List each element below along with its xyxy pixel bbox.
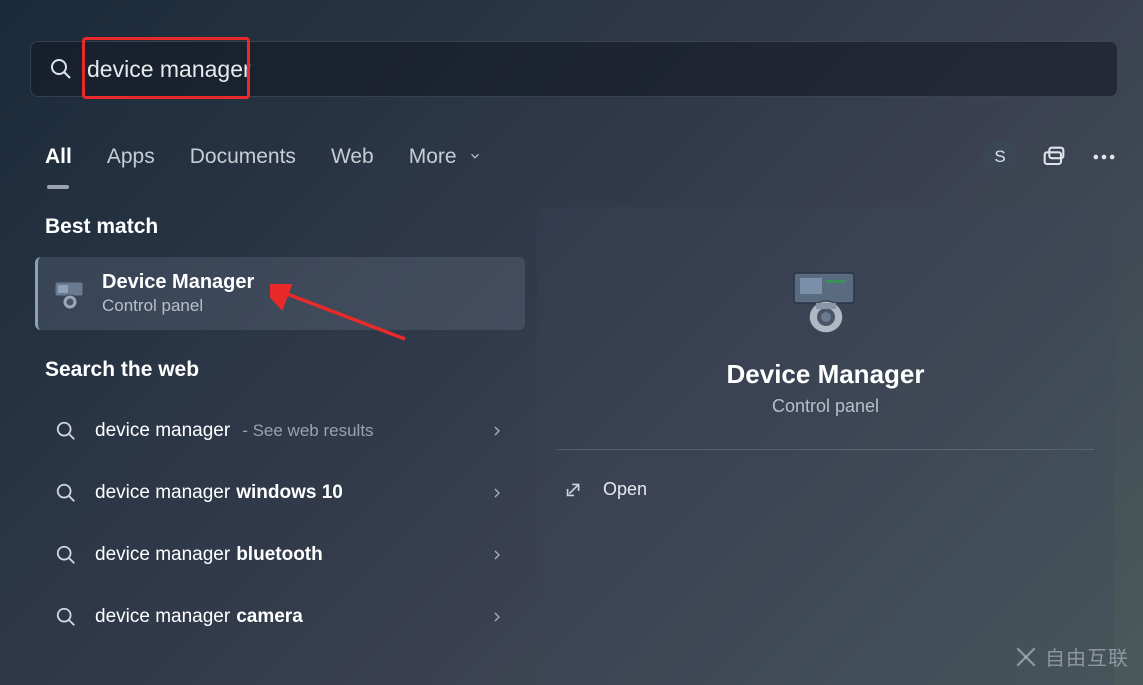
preview-title: Device Manager: [727, 359, 925, 390]
preview-panel: Device Manager Control panel Open: [537, 207, 1114, 685]
best-match-subtitle: Control panel: [102, 296, 254, 316]
web-result-text: device manager bluetooth: [95, 544, 489, 566]
tab-more[interactable]: More: [409, 145, 483, 169]
open-label: Open: [603, 479, 647, 500]
tab-web[interactable]: Web: [331, 145, 374, 169]
best-match-heading: Best match: [35, 215, 525, 239]
preview-actions: Open: [557, 460, 1094, 518]
header-actions: S: [982, 139, 1118, 175]
web-result[interactable]: device manager camera: [35, 586, 525, 648]
device-manager-icon: [52, 276, 88, 312]
web-result[interactable]: device manager windows 10: [35, 462, 525, 524]
web-result[interactable]: device manager bluetooth: [35, 524, 525, 586]
open-external-icon: [563, 478, 585, 500]
chevron-right-icon: [489, 547, 505, 563]
web-result-text: device manager camera: [95, 606, 489, 628]
chevron-right-icon: [489, 485, 505, 501]
user-avatar[interactable]: S: [982, 139, 1018, 175]
best-match-title: Device Manager: [102, 271, 254, 294]
chevron-down-icon: [468, 149, 482, 163]
web-result[interactable]: device manager - See web results: [35, 400, 525, 462]
search-icon: [55, 420, 77, 442]
search-icon: [49, 57, 73, 81]
filter-tabs-row: All Apps Documents Web More S: [45, 132, 1118, 182]
search-bar[interactable]: [30, 41, 1118, 97]
device-manager-icon-large: [786, 267, 866, 337]
chat-icon[interactable]: [1040, 143, 1068, 171]
web-result-text: device manager windows 10: [95, 482, 489, 504]
search-web-heading: Search the web: [35, 358, 525, 382]
open-action[interactable]: Open: [557, 460, 1094, 518]
preview-subtitle: Control panel: [772, 396, 879, 417]
tab-documents[interactable]: Documents: [190, 145, 296, 169]
web-result-text: device manager - See web results: [95, 420, 489, 442]
chevron-right-icon: [489, 609, 505, 625]
tab-more-label: More: [409, 145, 457, 168]
results-column: Best match Device Manager Control panel …: [35, 215, 525, 685]
more-options-icon[interactable]: [1090, 143, 1118, 171]
best-match-result[interactable]: Device Manager Control panel: [35, 257, 525, 330]
search-icon: [55, 482, 77, 504]
search-icon: [55, 606, 77, 628]
best-match-text: Device Manager Control panel: [102, 271, 254, 316]
tab-apps[interactable]: Apps: [107, 145, 155, 169]
search-icon: [55, 544, 77, 566]
divider: [557, 449, 1094, 450]
chevron-right-icon: [489, 423, 505, 439]
web-results-section: Search the web device manager - See web …: [35, 358, 525, 648]
filter-tabs: All Apps Documents Web More: [45, 145, 482, 169]
search-input[interactable]: [87, 56, 1099, 83]
tab-all[interactable]: All: [45, 145, 72, 169]
